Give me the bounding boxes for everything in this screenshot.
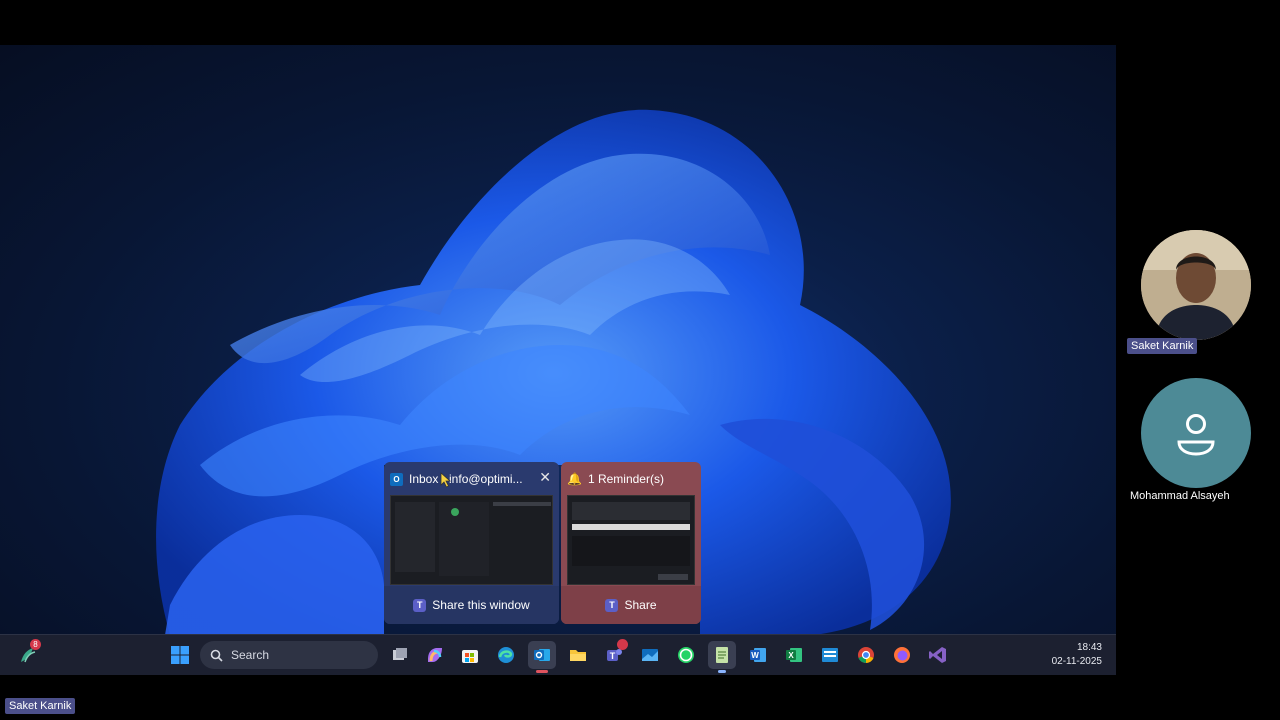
participant-avatar-attendee[interactable] xyxy=(1141,378,1251,488)
share-this-window-button[interactable]: T Share this window xyxy=(384,586,559,624)
file-explorer-icon[interactable] xyxy=(564,641,592,669)
outlook-preview-title: O Inbox - info@optimi... xyxy=(390,472,523,486)
app-icon[interactable] xyxy=(816,641,844,669)
reminder-window-preview[interactable]: 🔔 1 Reminder(s) T Share xyxy=(561,462,701,624)
close-icon[interactable]: ✕ xyxy=(539,470,551,484)
system-clock[interactable]: 18:43 02-11-2025 xyxy=(1052,641,1102,669)
search-input[interactable]: Search xyxy=(200,641,378,669)
svg-text:W: W xyxy=(751,651,759,660)
teams-icon[interactable]: T xyxy=(600,639,628,669)
copilot-icon[interactable] xyxy=(421,641,449,669)
teams-icon: T xyxy=(605,598,619,612)
outlook-thumbnail xyxy=(390,495,553,585)
edge-icon[interactable] xyxy=(492,641,520,669)
outlook-icon: O xyxy=(390,472,403,486)
widgets-icon[interactable]: 8 xyxy=(14,639,42,669)
outlook-window-preview[interactable]: O Inbox - info@optimi... ✕ T Share this … xyxy=(384,462,559,624)
presenter-avatar xyxy=(1141,230,1251,340)
clock-time: 18:43 xyxy=(1076,642,1102,653)
firefox-icon[interactable] xyxy=(888,641,916,669)
bell-icon: 🔔 xyxy=(567,472,582,486)
clock-date: 02-11-2025 xyxy=(1051,656,1102,667)
reminder-preview-title: 🔔 1 Reminder(s) xyxy=(567,472,664,486)
presenter-name-tag: Saket Karnik xyxy=(1127,338,1198,354)
teams-icon: T xyxy=(413,598,427,612)
word-icon[interactable]: W xyxy=(744,641,772,669)
reminder-thumbnail xyxy=(567,495,695,585)
mail-icon[interactable] xyxy=(636,641,664,669)
notepad-icon[interactable] xyxy=(708,641,736,673)
share-button[interactable]: T Share xyxy=(561,586,701,624)
visual-studio-icon[interactable] xyxy=(924,641,952,669)
self-name-tag: Saket Karnik xyxy=(5,698,76,714)
mouse-cursor-icon xyxy=(440,472,452,488)
shared-screen: O Inbox - info@optimi... ✕ T Share this … xyxy=(0,45,1116,675)
attendee-name: Mohammad Alsayeh xyxy=(1130,490,1230,502)
svg-text:X: X xyxy=(788,651,794,660)
search-icon xyxy=(210,649,223,662)
outlook-icon[interactable] xyxy=(528,641,556,673)
store-icon[interactable] xyxy=(456,641,484,669)
taskbar: 8 Search T W X 18:43 02-11-2025 xyxy=(0,634,1116,675)
whatsapp-icon[interactable] xyxy=(672,641,700,669)
participant-video-presenter[interactable] xyxy=(1141,230,1251,340)
chrome-icon[interactable] xyxy=(852,641,880,669)
svg-text:T: T xyxy=(610,651,616,661)
excel-icon[interactable]: X xyxy=(780,641,808,669)
person-icon xyxy=(1177,414,1215,456)
teams-notification-badge xyxy=(617,639,628,650)
task-view-icon[interactable] xyxy=(386,641,414,669)
widgets-badge: 8 xyxy=(30,639,41,650)
windows-start-icon[interactable] xyxy=(166,641,194,669)
